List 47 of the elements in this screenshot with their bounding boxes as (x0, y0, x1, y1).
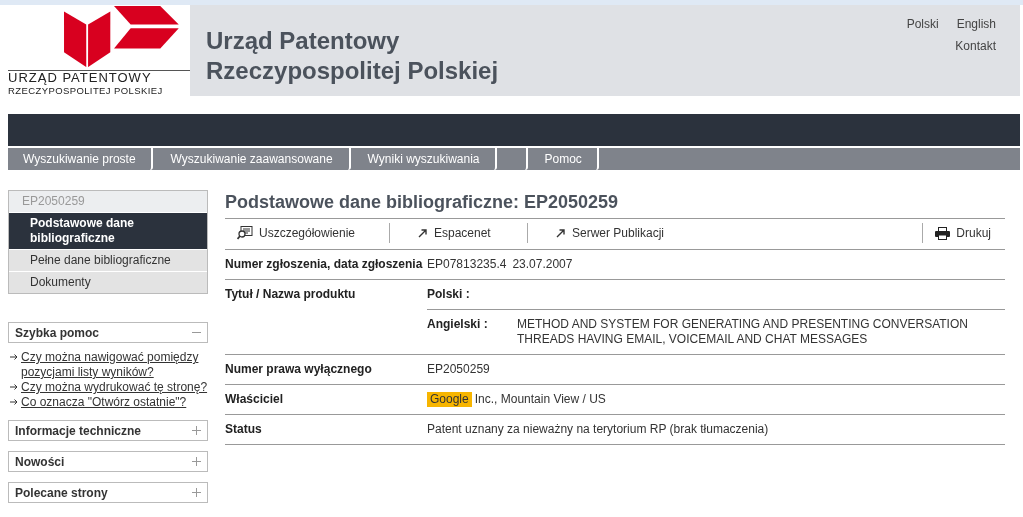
sidebar-item[interactable]: Pełne dane bibliograficzne (9, 249, 207, 271)
expand-icon[interactable] (192, 426, 201, 435)
sidebar-item[interactable]: Dokumenty (9, 271, 207, 293)
help-link[interactable]: Czy można nawigować pomiędzy pozycjami listy wyników? (21, 350, 208, 380)
site-title: Urząd Patentowy (206, 26, 401, 56)
toolbar-link[interactable]: Espacenet (390, 223, 528, 243)
help-link[interactable]: Co oznacza "Otwórz ostatnie"? (21, 395, 187, 410)
panel-title: Informacje techniczne (15, 423, 142, 438)
panel-title: Nowości (15, 454, 65, 469)
field-label: Tytuł / Nazwa produktu (225, 287, 357, 303)
expand-icon[interactable] (192, 488, 201, 497)
title-text: METHOD AND SYSTEM FOR GENERATING AND PRESENTING CONVERSATION THREADS HAVING EMAIL, VOICEMAIL AND CHAT MESSAGES (517, 317, 969, 347)
field-value: EP2050259 (427, 362, 490, 377)
arrow-icon (418, 228, 428, 238)
toolbar-link[interactable]: Serwer Publikacji (528, 223, 924, 243)
logo-text: RZECZYPOSPOLITEJ POLSKIEJ (8, 85, 163, 96)
arrow-icon (10, 354, 18, 360)
page-title: Podstawowe dane bibliograficzne: EP2050259 (225, 192, 1005, 219)
field-label: Właściciel (225, 392, 285, 407)
field-label: Status (225, 422, 263, 437)
printer-icon (935, 226, 951, 240)
contact-link[interactable]: Kontakt (955, 39, 996, 53)
language-link[interactable]: English (956, 17, 996, 31)
field-label: Numer prawa wyłącznego (225, 362, 373, 377)
arrow-icon (556, 228, 566, 238)
sidebar-item[interactable]: Podstawowe dane bibliograficzne (9, 212, 207, 249)
field-value: Inc., Mountain View / US (474, 392, 606, 407)
arrow-icon (10, 399, 18, 405)
highlighted-term: Google (427, 392, 472, 407)
language-link[interactable]: Polski (906, 17, 939, 31)
panel-title: Szybka pomoc (15, 325, 100, 340)
field-value: 23.07.2007 (512, 257, 573, 272)
expand-icon[interactable] (192, 457, 201, 466)
language-label: Angielski : (427, 317, 489, 333)
site-title: Rzeczypospolitej Polskiej (206, 56, 500, 86)
toolbar-link[interactable]: Uszczegółowienie (225, 223, 390, 243)
panel-title: Polecane strony (15, 485, 108, 500)
field-value: EP07813235.4 (427, 257, 507, 272)
magnifier-icon (237, 226, 253, 240)
language-label: Polski : (427, 287, 471, 302)
help-link[interactable]: Czy można wydrukować tę stronę? (21, 380, 208, 395)
field-label: Numer zgłoszenia, data zgłoszenia (225, 257, 424, 272)
arrow-icon (10, 384, 18, 390)
logo-text: URZĄD PATENTOWY (8, 71, 152, 85)
field-value: Patent uznany za nieważny na terytorium RP (brak tłumaczenia) (427, 422, 769, 437)
document-number: EP2050259 (9, 191, 207, 212)
toolbar-link[interactable]: Drukuj (923, 223, 1005, 243)
